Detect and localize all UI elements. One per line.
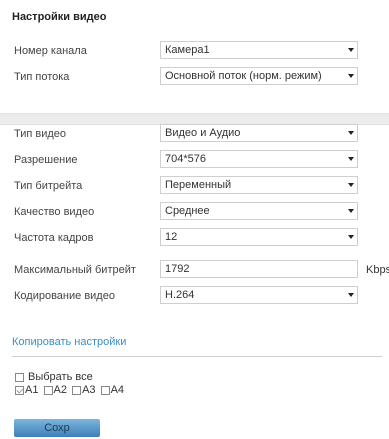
chevron-down-icon (348, 209, 354, 213)
channel-number-value: Камера1 (165, 44, 210, 56)
chevron-down-icon (348, 131, 354, 135)
channel-a3[interactable]: A3 (72, 384, 96, 397)
row-frame-rate: Частота кадров 12 (0, 228, 389, 248)
video-encoding-value: H.264 (165, 289, 195, 301)
chevron-down-icon (348, 74, 354, 78)
frame-rate-label: Частота кадров (14, 232, 94, 244)
chevron-down-icon (348, 235, 354, 239)
resolution-select[interactable]: 704*576 (160, 150, 358, 168)
video-quality-select[interactable]: Среднее (160, 202, 358, 220)
channel-a1-label: A1 (25, 384, 39, 397)
save-button[interactable]: Сохр (14, 419, 100, 437)
row-video-type: Тип видео Видео и Аудио (0, 124, 389, 144)
bitrate-type-label: Тип битрейта (14, 180, 83, 192)
frame-rate-select[interactable]: 12 (160, 228, 358, 246)
row-stream-type: Тип потока Основной поток (норм. режим) (0, 67, 389, 87)
divider (12, 356, 382, 357)
copy-settings-link[interactable]: Копировать настройки (12, 336, 126, 348)
chevron-down-icon (348, 157, 354, 161)
chevron-down-icon (348, 293, 354, 297)
video-type-value: Видео и Аудио (165, 127, 241, 139)
video-quality-value: Среднее (165, 205, 210, 217)
channel-number-label: Номер канала (14, 45, 87, 57)
row-channel-number: Номер канала Камера1 (0, 41, 389, 61)
channel-a1-checkbox[interactable] (15, 385, 24, 395)
select-all[interactable]: Выбрать все (15, 371, 93, 383)
video-encoding-select[interactable]: H.264 (160, 286, 358, 304)
channel-a4-label: A4 (110, 384, 125, 397)
max-bitrate-input[interactable]: 1792 (160, 260, 358, 278)
channel-a4-checkbox[interactable] (100, 385, 110, 395)
row-video-quality: Качество видео Среднее (0, 202, 389, 222)
resolution-value: 704*576 (165, 153, 206, 165)
channel-a2[interactable]: A2 (43, 384, 67, 397)
page-title: Настройки видео (12, 11, 107, 23)
select-all-checkbox[interactable] (15, 372, 24, 382)
bitrate-type-select[interactable]: Переменный (160, 176, 358, 194)
resolution-label: Разрешение (14, 154, 78, 166)
stream-type-value: Основной поток (норм. режим) (165, 70, 322, 82)
video-type-select[interactable]: Видео и Аудио (160, 124, 358, 142)
video-quality-label: Качество видео (14, 206, 95, 218)
channel-a3-checkbox[interactable] (72, 385, 82, 395)
row-video-encoding: Кодирование видео H.264 (0, 286, 389, 306)
channel-number-select[interactable]: Камера1 (160, 41, 358, 59)
channel-a4[interactable]: A4 (100, 384, 125, 397)
channel-a2-label: A2 (53, 384, 67, 397)
channel-a2-checkbox[interactable] (43, 385, 53, 395)
select-all-label: Выбрать все (28, 371, 93, 384)
max-bitrate-label: Максимальный битрейт (14, 264, 136, 276)
stream-type-select[interactable]: Основной поток (норм. режим) (160, 67, 358, 85)
video-encoding-label: Кодирование видео (14, 290, 115, 302)
chevron-down-icon (348, 183, 354, 187)
chevron-down-icon (348, 48, 354, 52)
row-resolution: Разрешение 704*576 (0, 150, 389, 170)
row-max-bitrate: Максимальный битрейт 1792 Kbps (0, 260, 389, 280)
max-bitrate-value: 1792 (165, 263, 190, 275)
bitrate-type-value: Переменный (165, 179, 232, 191)
channel-a1[interactable]: A1 (15, 384, 38, 396)
stream-type-label: Тип потока (14, 71, 70, 83)
row-bitrate-type: Тип битрейта Переменный (0, 176, 389, 196)
bitrate-unit: Kbps (366, 264, 389, 276)
channel-checkboxes: A1 A2 A3 A4 (15, 384, 126, 396)
frame-rate-value: 12 (165, 231, 178, 243)
video-type-label: Тип видео (14, 128, 67, 140)
channel-a3-label: A3 (82, 384, 96, 397)
